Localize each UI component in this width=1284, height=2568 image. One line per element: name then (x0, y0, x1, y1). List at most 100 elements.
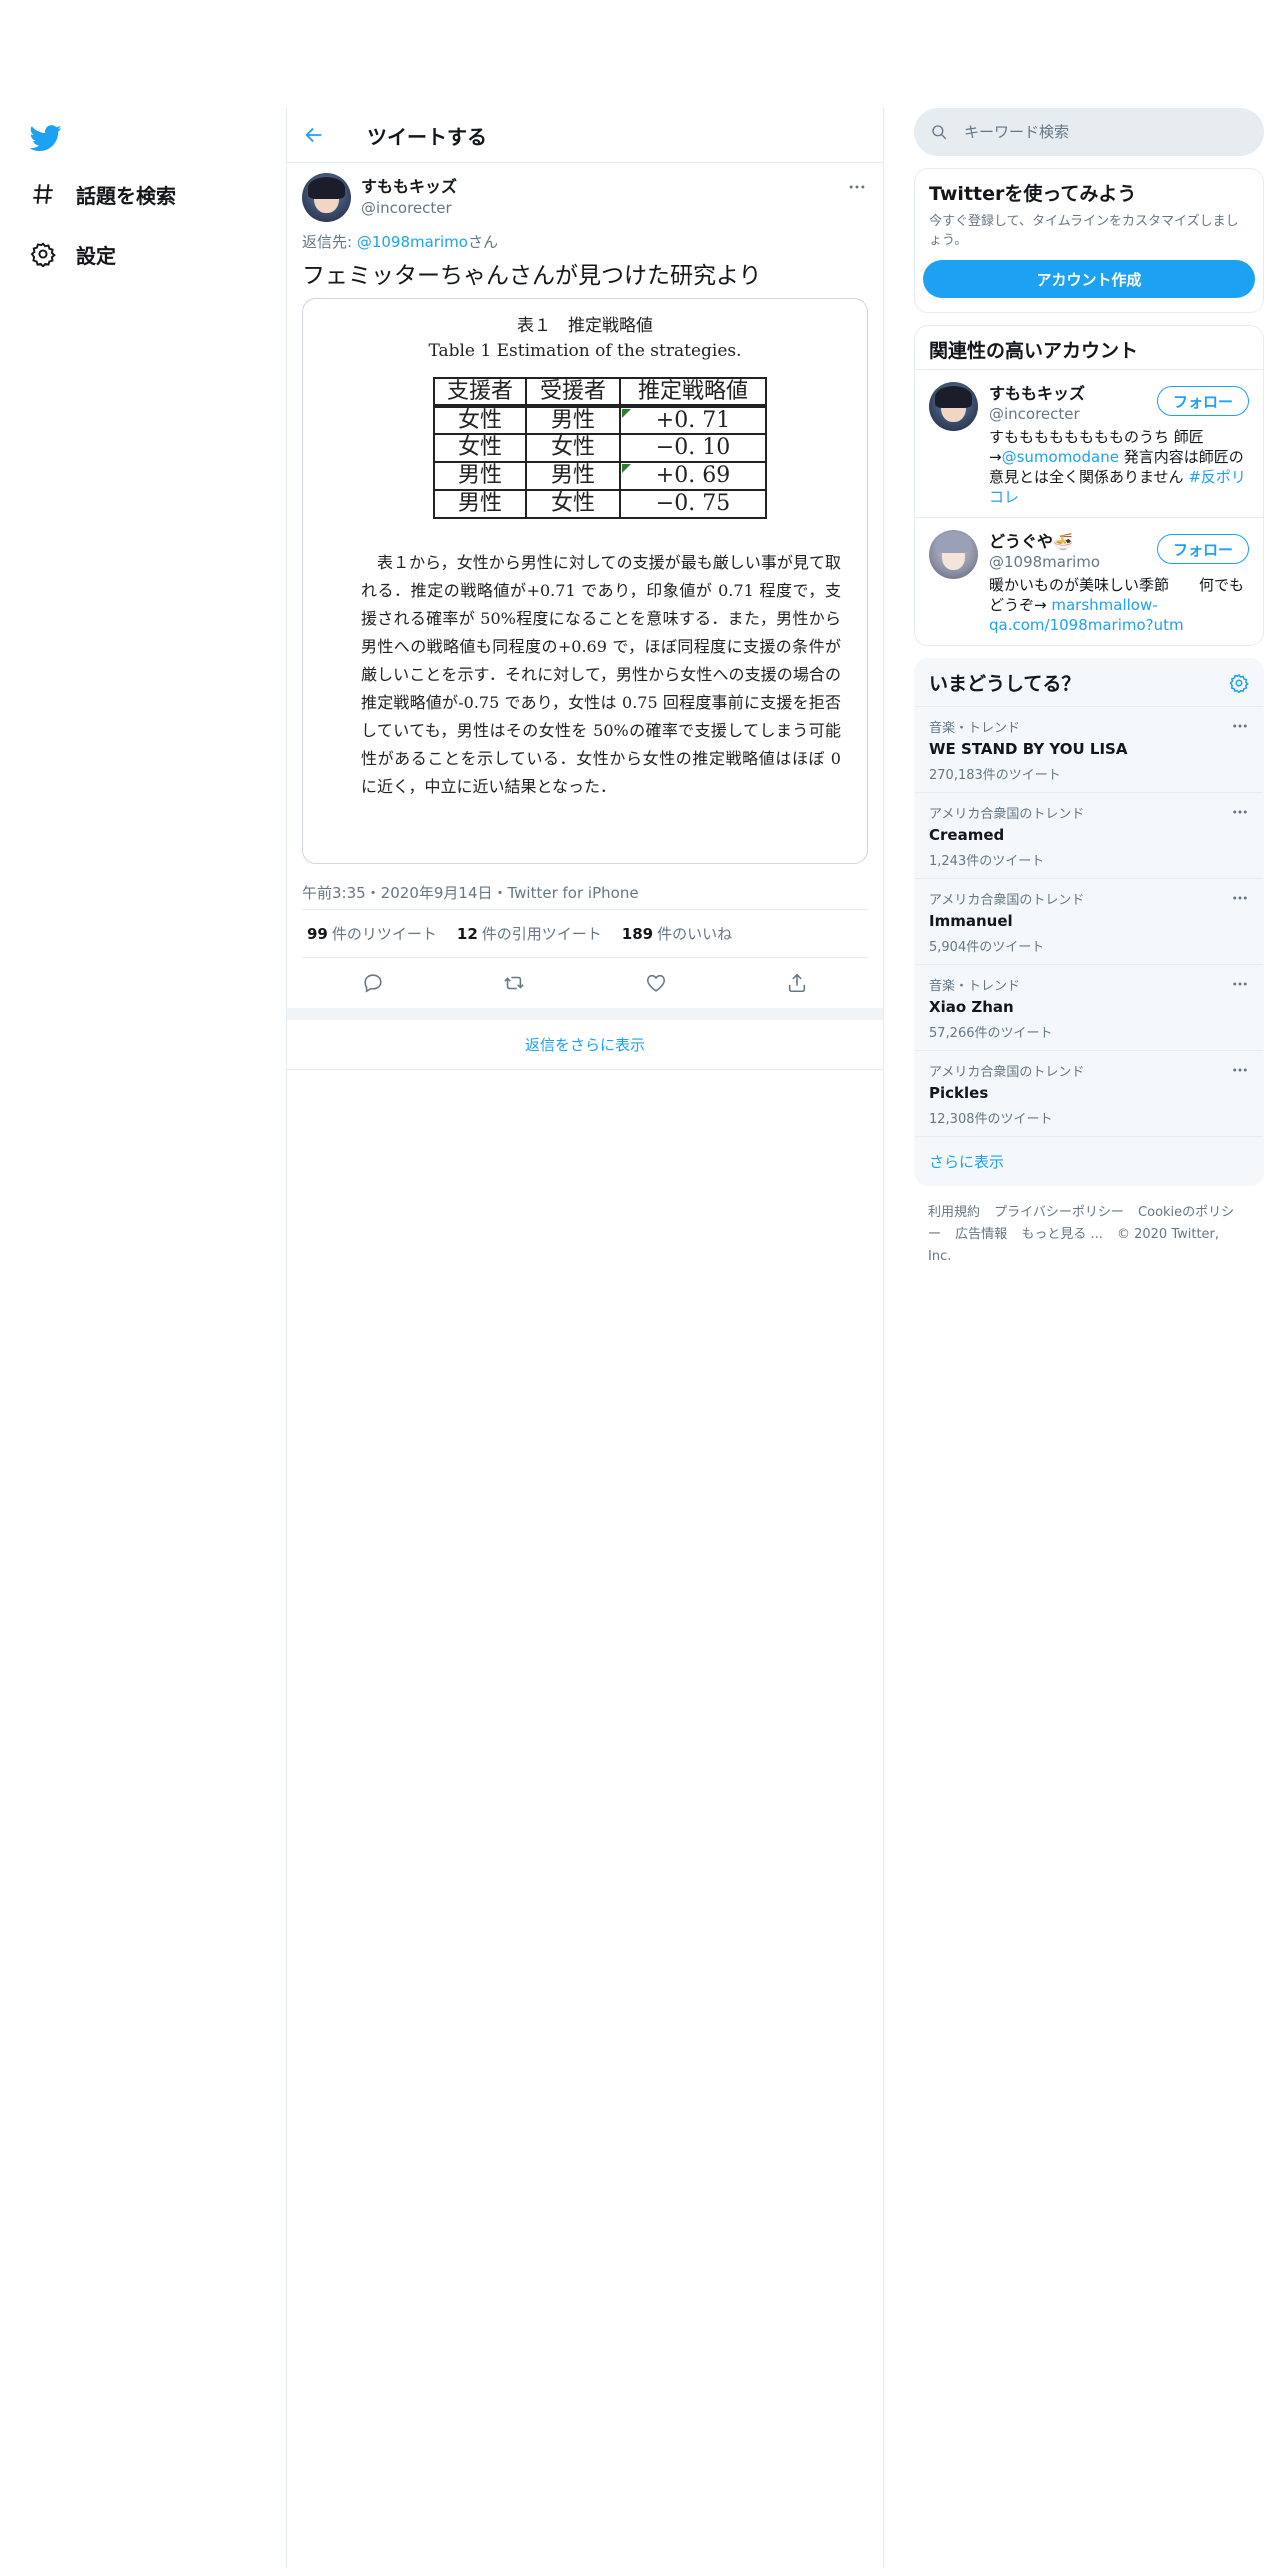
nav-explore-label: 話題を検索 (76, 183, 176, 208)
search-box (914, 108, 1264, 156)
table-cell: 男性 (525, 461, 621, 492)
follow-button[interactable]: フォロー (1157, 386, 1249, 416)
more-options-icon[interactable] (1231, 803, 1249, 821)
footer-more-link[interactable]: もっと見る ... (1021, 1227, 1103, 1242)
account-item[interactable]: フォロー すももキッズ @incorecter すもももももももものうち 師匠→… (915, 369, 1263, 517)
like-icon[interactable] (645, 972, 667, 994)
section-divider (287, 1008, 883, 1021)
table-cell: 女性 (433, 405, 527, 436)
signup-card: Twitterを使ってみよう 今すぐ登録して、タイムラインをカスタマイズしましょ… (914, 168, 1264, 313)
reply-icon[interactable] (362, 972, 384, 994)
trend-context: 音楽・トレンド (929, 979, 1021, 994)
trend-count: 270,183件のツイート (929, 768, 1061, 783)
gear-icon (30, 242, 56, 267)
table-cell-value: +0. 71 (655, 407, 731, 433)
trend-item[interactable]: アメリカ合衆国のトレンド Immanuel 5,904件のツイート (915, 879, 1263, 965)
table-title-en: Table 1 Estimation of the strategies. (428, 341, 742, 362)
signup-title: Twitterを使ってみよう (929, 183, 1137, 205)
search-icon (932, 125, 947, 140)
quotes-count: 12 (456, 925, 478, 944)
page-title: ツイートする (367, 124, 487, 149)
trend-name: WE STAND BY YOU LISA (929, 740, 1128, 758)
retweet-icon[interactable] (503, 972, 525, 994)
likes-stat[interactable]: 189 件のいいね (622, 923, 732, 944)
trend-item[interactable]: 音楽・トレンド WE STAND BY YOU LISA 270,183件のツイ… (915, 707, 1263, 793)
table-cell: 男性 (433, 461, 527, 492)
avatar[interactable] (302, 173, 351, 222)
reply-to-link[interactable]: @1098marimo (357, 233, 468, 251)
more-options-icon[interactable] (1231, 975, 1249, 993)
retweets-count: 99 (307, 925, 328, 944)
right-sidebar: Twitterを使ってみよう 今すぐ登録して、タイムラインをカスタマイズしましょ… (914, 108, 1264, 1268)
likes-label: 件のいいね (657, 925, 733, 944)
tweet-actions (302, 958, 868, 1008)
main-header: ツイートする (287, 108, 883, 163)
table-cell: +0. 69 (619, 461, 767, 492)
reply-prefix: 返信先: (302, 233, 357, 251)
avatar[interactable] (929, 530, 978, 579)
nav-settings[interactable]: 設定 (30, 234, 116, 274)
table-cell: 女性 (525, 489, 621, 520)
table-header-cell: 支援者 (433, 377, 527, 409)
who-to-follow-card: 関連性の高いアカウント フォロー すももキッズ @incorecter すももも… (914, 325, 1264, 646)
quotes-stat[interactable]: 12 件の引用ツイート (457, 923, 602, 944)
trend-context: アメリカ合衆国のトレンド (929, 807, 1085, 822)
more-options-icon[interactable] (1231, 1061, 1249, 1079)
footer-privacy-link[interactable]: プライバシーポリシー (994, 1205, 1124, 1220)
table-row: 女性 女性 −0. 10 (433, 433, 767, 464)
tweet: すももキッズ @incorecter 返信先: @1098marimoさん フェ… (287, 163, 883, 1021)
more-options-icon[interactable] (847, 177, 867, 197)
trend-item[interactable]: アメリカ合衆国のトレンド Pickles 12,308件のツイート (915, 1051, 1263, 1137)
account-bio: 暖かいものが美味しい季節 何でもどうぞ→ marshmallow-qa.com/… (989, 575, 1249, 635)
tweet-stats: 99 件のリツイート 12 件の引用ツイート 189 件のいいね (302, 910, 868, 959)
avatar[interactable] (929, 382, 978, 431)
show-more-replies-link[interactable]: 返信をさらに表示 (287, 1020, 883, 1071)
trend-name: Immanuel (929, 912, 1013, 930)
table-row: 女性 男性 +0. 71 (433, 405, 767, 436)
footer-terms-link[interactable]: 利用規約 (928, 1205, 980, 1220)
tweet-image[interactable]: 表１ 推定戦略値 Table 1 Estimation of the strat… (302, 298, 868, 865)
trend-count: 5,904件のツイート (929, 940, 1045, 955)
trend-count: 12,308件のツイート (929, 1112, 1053, 1127)
twitter-logo-icon[interactable] (30, 122, 62, 154)
hashtag-icon (33, 184, 53, 204)
table-cell: −0. 75 (619, 489, 767, 520)
who-to-follow-title: 関連性の高いアカウント (929, 340, 1139, 362)
create-account-button[interactable]: アカウント作成 (923, 260, 1255, 298)
gear-icon[interactable] (1229, 673, 1249, 693)
document-paragraph: 表１から，女性から男性に対しての支援が最も厳しい事が見て取れる．推定の戦略値が+… (361, 553, 841, 797)
nav-explore[interactable]: 話題を検索 (30, 174, 176, 214)
bio-mention-link[interactable]: @sumomodane (1002, 448, 1119, 466)
cell-marker (622, 464, 631, 474)
table-cell-value: +0. 69 (655, 463, 731, 489)
follow-button[interactable]: フォロー (1157, 534, 1249, 564)
trend-context: アメリカ合衆国のトレンド (929, 1065, 1085, 1080)
author-handle[interactable]: @incorecter (361, 199, 457, 217)
main-column: ツイートする すももキッズ @incorecter 返信先: @1098mari… (286, 108, 884, 2568)
trend-name: Pickles (929, 1084, 989, 1102)
reply-to-line: 返信先: @1098marimoさん (302, 231, 868, 252)
author-display-name[interactable]: すももキッズ (361, 173, 457, 197)
trend-item[interactable]: アメリカ合衆国のトレンド Creamed 1,243件のツイート (915, 793, 1263, 879)
trends-show-more-link[interactable]: さらに表示 (915, 1137, 1263, 1185)
table-cell: 女性 (525, 433, 621, 464)
table-cell: 男性 (433, 489, 527, 520)
tweet-text: フェミッターちゃんさんが見つけた研究より (302, 263, 762, 289)
footer-ads-link[interactable]: 広告情報 (955, 1227, 1007, 1242)
table-row: 男性 女性 −0. 75 (433, 489, 767, 520)
share-icon[interactable] (786, 972, 808, 994)
more-options-icon[interactable] (1231, 717, 1249, 735)
trends-header: いまどうしてる？ (915, 659, 1263, 707)
strategy-table: 支援者 受援者 推定戦略値 女性 男性 +0. 71 女性 女性 −0. 10 (433, 377, 767, 520)
table-row: 男性 男性 +0. 69 (433, 461, 767, 492)
retweets-stat[interactable]: 99 件のリツイート (307, 923, 437, 944)
table-header-row: 支援者 受援者 推定戦略値 (433, 377, 767, 409)
back-arrow-icon[interactable] (303, 124, 325, 146)
search-input[interactable] (964, 123, 1224, 141)
account-item[interactable]: フォロー どうぐや🍜 @1098marimo 暖かいものが美味しい季節 何でもど… (915, 517, 1263, 645)
trend-context: アメリカ合衆国のトレンド (929, 893, 1085, 908)
tweet-timestamp[interactable]: 午前3:35・2020年9月14日・Twitter for iPhone (302, 876, 868, 911)
trend-item[interactable]: 音楽・トレンド Xiao Zhan 57,266件のツイート (915, 965, 1263, 1051)
more-options-icon[interactable] (1231, 889, 1249, 907)
table-header-cell: 受援者 (525, 377, 621, 409)
